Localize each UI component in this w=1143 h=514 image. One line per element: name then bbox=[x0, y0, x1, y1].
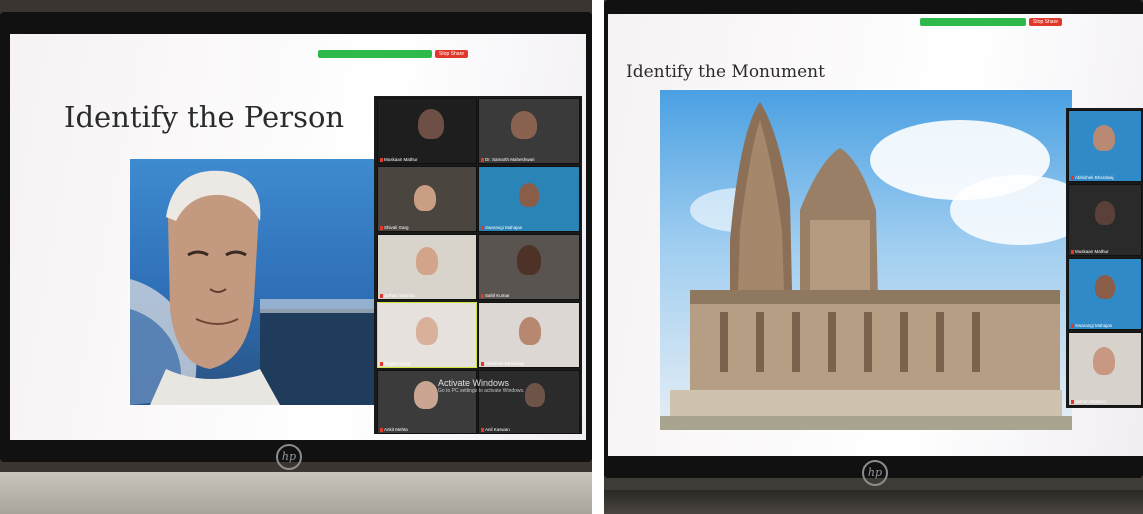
participant-face bbox=[525, 383, 545, 407]
participant-tile[interactable]: Swarangi Mahajan bbox=[1068, 258, 1142, 330]
laptop-screen: Stop Share Identify the Person Muskaan M… bbox=[10, 34, 586, 440]
laptop-keyboard-deck bbox=[604, 490, 1143, 514]
laptop-screen: Stop Share Identify the Monument Abhishe… bbox=[608, 14, 1143, 456]
slide-title: Identify the Monument bbox=[626, 62, 825, 82]
screen-share-bar[interactable] bbox=[920, 18, 1026, 26]
participant-name: Sahil Kumar bbox=[481, 293, 510, 298]
participant-name: Shivali Garg bbox=[380, 225, 409, 230]
participant-face bbox=[511, 111, 537, 139]
participant-tile[interactable]: Abhishek Bhardwaj bbox=[1068, 110, 1142, 182]
stop-share-button[interactable]: Stop Share bbox=[435, 50, 469, 58]
watermark-title: Activate Windows bbox=[438, 378, 510, 388]
activate-windows-watermark: Activate Windows Go to PC settings to ac… bbox=[438, 378, 524, 394]
stop-share-button[interactable]: Stop Share bbox=[1029, 18, 1063, 26]
portrait-illustration bbox=[130, 170, 378, 405]
participant-name: Ankit Mehta bbox=[380, 427, 408, 432]
participant-tile-active-speaker[interactable]: Ruyaa Gupta bbox=[377, 302, 477, 368]
slide-title: Identify the Person bbox=[64, 100, 345, 134]
participant-face bbox=[414, 185, 436, 211]
screen-share-bar[interactable] bbox=[318, 50, 432, 58]
participant-name: Jarhan Sharma bbox=[1071, 399, 1106, 404]
participant-tile[interactable]: Abhishek Bhardwaj bbox=[478, 302, 580, 368]
hp-logo: hp bbox=[862, 460, 888, 486]
participant-name: Swarangi Mahajan bbox=[481, 225, 522, 230]
participant-name: Anil Kaswan bbox=[481, 427, 510, 432]
participant-name: Ruyaa Gupta bbox=[380, 361, 411, 366]
participant-tile[interactable]: Muskaan Mathur bbox=[377, 98, 477, 164]
right-photo: Stop Share Identify the Monument Abhishe… bbox=[604, 0, 1143, 514]
watermark-subtitle: Go to PC settings to activate Windows. bbox=[438, 388, 525, 394]
participant-name: Swarangi Mahajan bbox=[1071, 323, 1112, 328]
participant-face bbox=[418, 109, 444, 139]
participant-name: Abhishek Bhardwaj bbox=[481, 361, 524, 366]
participant-gallery: Muskaan Mathur Dr. Samarth Maheshwari Sh… bbox=[374, 96, 582, 434]
participant-tile[interactable]: Shivali Garg bbox=[377, 166, 477, 232]
participant-face bbox=[1095, 201, 1115, 225]
monument-illustration bbox=[660, 102, 1072, 430]
portrait-image bbox=[130, 159, 378, 405]
participant-name: Abhishek Bhardwaj bbox=[1071, 175, 1114, 180]
participant-face bbox=[519, 317, 541, 345]
participant-gallery: Abhishek Bhardwaj Muskaan Mathur Swarang… bbox=[1066, 108, 1143, 408]
participant-face bbox=[1093, 347, 1115, 375]
participant-face bbox=[416, 317, 438, 345]
participant-tile[interactable]: Dr. Samarth Maheshwari bbox=[478, 98, 580, 164]
participant-face bbox=[517, 245, 541, 275]
participant-face bbox=[414, 381, 438, 409]
participant-tile[interactable]: Sahil Kumar bbox=[478, 234, 580, 300]
laptop-keyboard-deck bbox=[0, 472, 592, 514]
participant-name: Muskaan Mathur bbox=[380, 157, 418, 162]
participant-face bbox=[1095, 275, 1115, 299]
left-photo: Stop Share Identify the Person Muskaan M… bbox=[0, 0, 592, 514]
participant-face bbox=[416, 247, 438, 275]
participant-name: Jarhan Sharma bbox=[380, 293, 415, 298]
participant-name: Dr. Samarth Maheshwari bbox=[481, 157, 535, 162]
participant-tile[interactable]: Swarangi Mahajan bbox=[478, 166, 580, 232]
participant-tile[interactable]: Jarhan Sharma bbox=[377, 234, 477, 300]
hp-logo: hp bbox=[276, 444, 302, 470]
participant-tile[interactable]: Jarhan Sharma bbox=[1068, 332, 1142, 406]
participant-face bbox=[519, 183, 539, 207]
participant-tile[interactable]: Muskaan Mathur bbox=[1068, 184, 1142, 256]
participant-face bbox=[1093, 125, 1115, 151]
participant-name: Muskaan Mathur bbox=[1071, 249, 1109, 254]
monument-image bbox=[660, 90, 1072, 430]
